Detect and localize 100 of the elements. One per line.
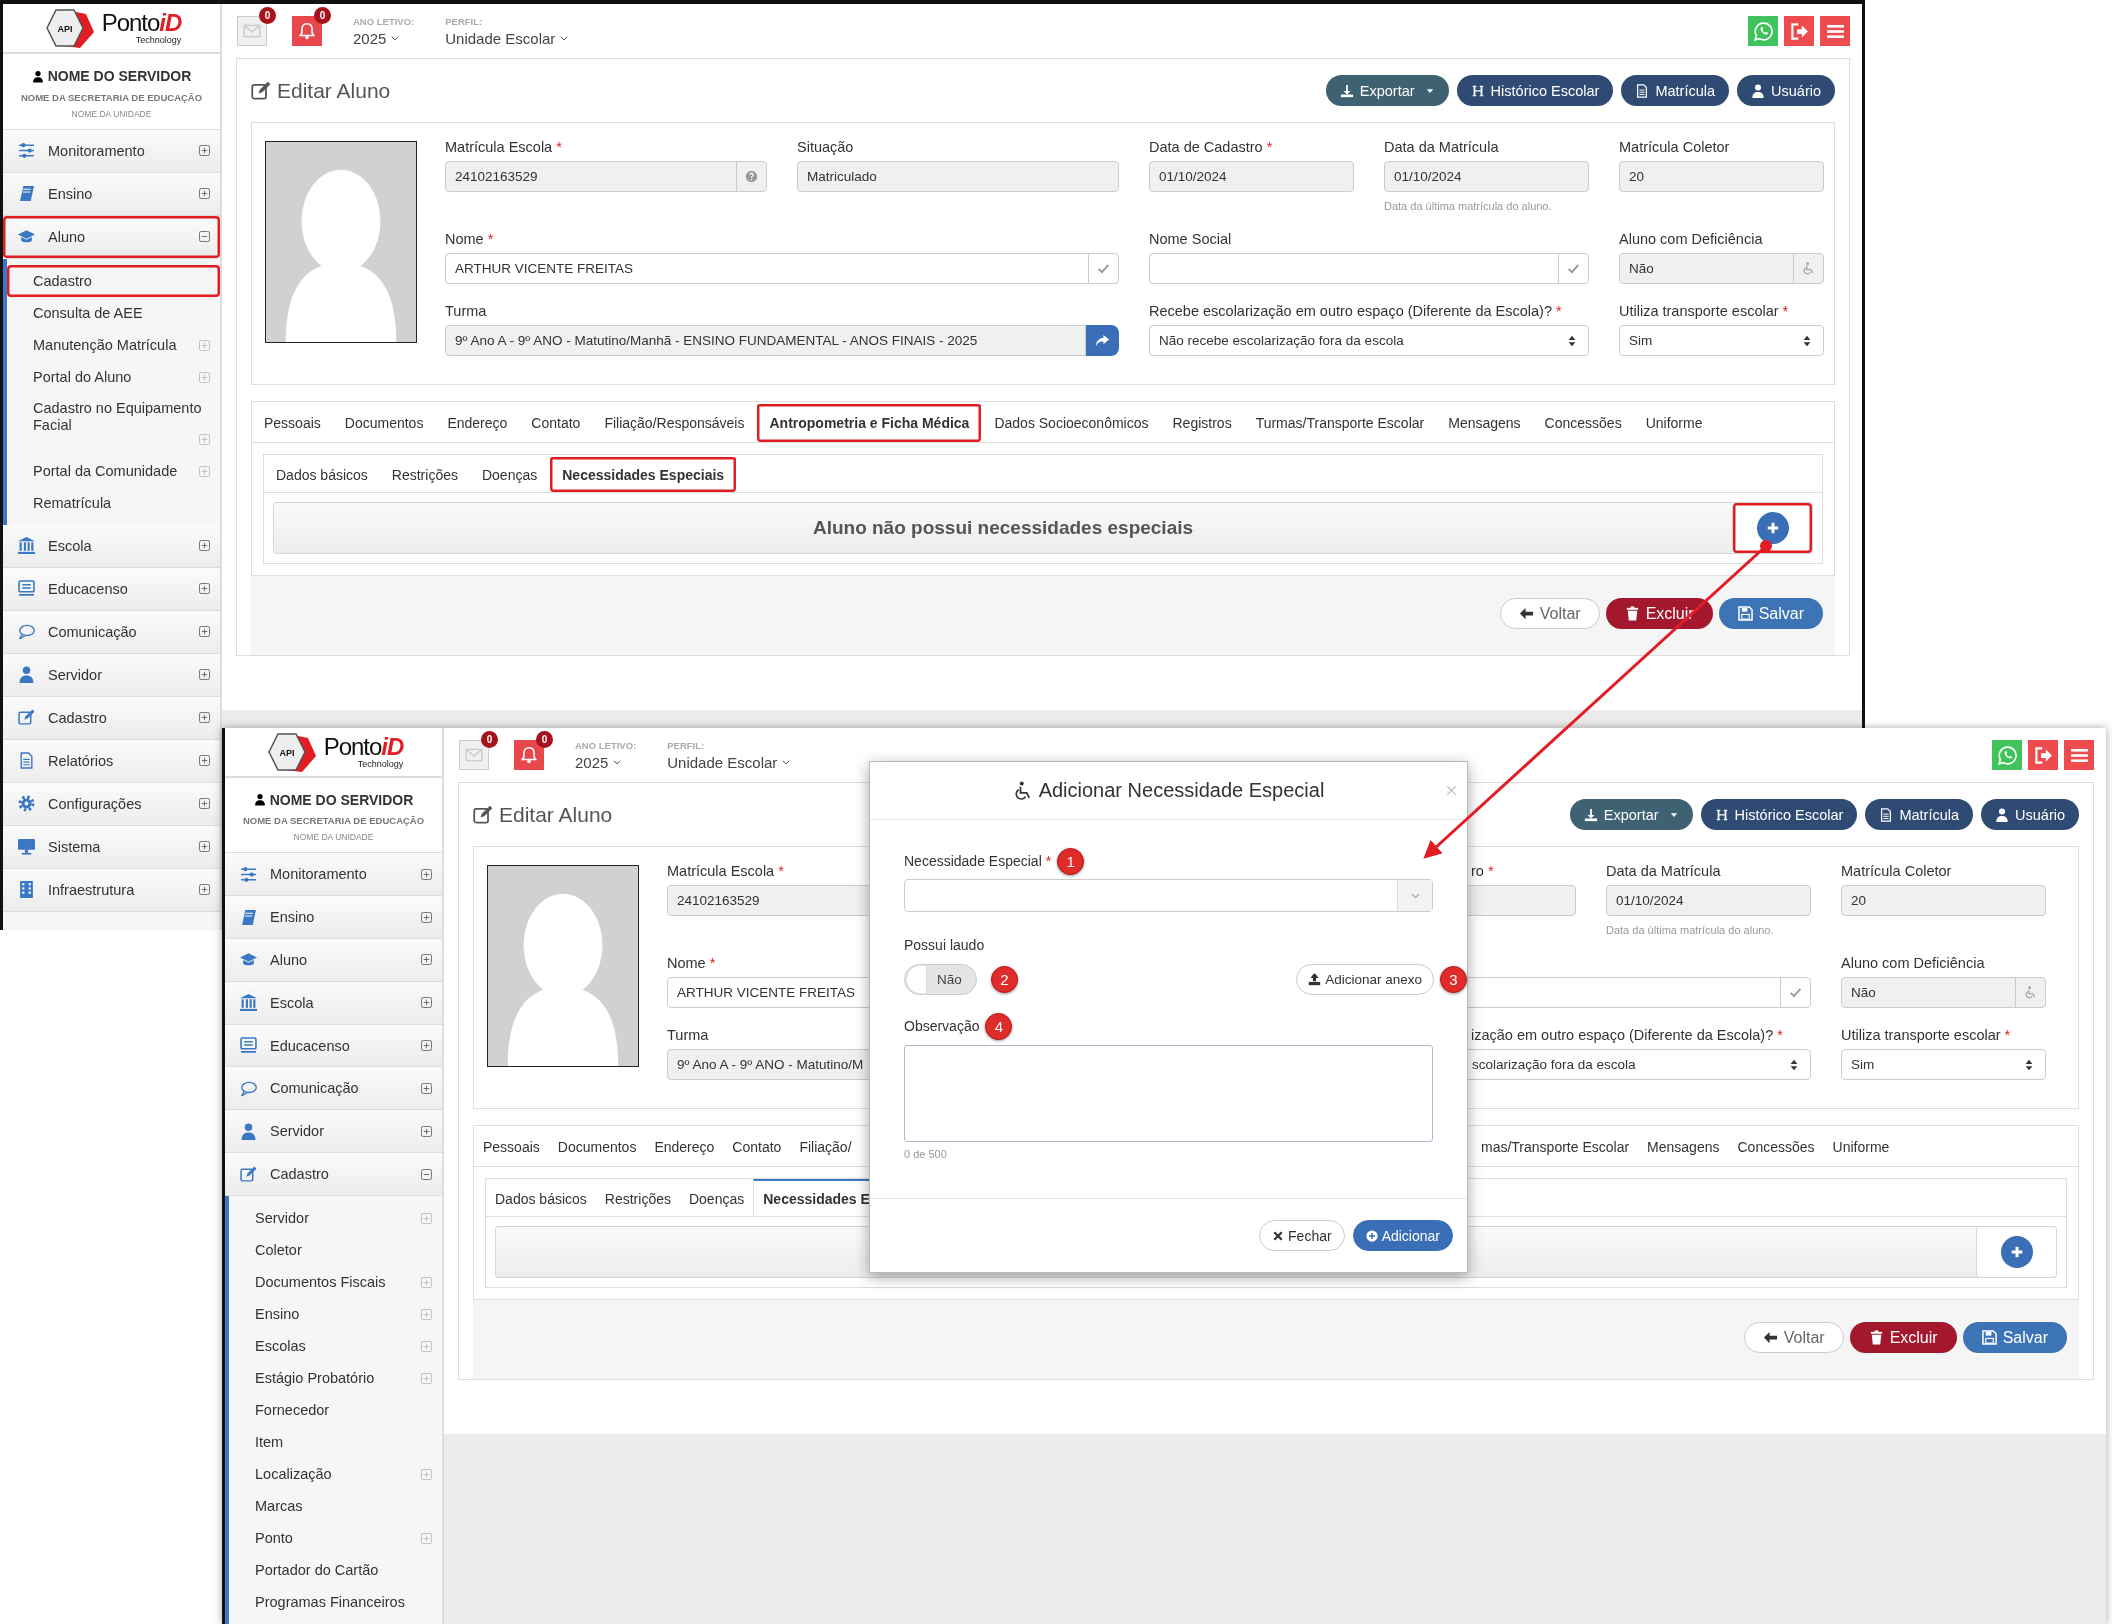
submenu-item[interactable]: Portal da Comunidade	[7, 454, 220, 487]
sidebar-item[interactable]: Monitoramento	[225, 853, 442, 897]
sidebar-item[interactable]: Educacenso	[3, 567, 220, 611]
tab[interactable]: mas/Transporte Escolar	[1472, 1126, 1639, 1166]
select-field[interactable]: Sim	[1841, 1049, 2046, 1080]
sidebar-item[interactable]: Escola	[225, 981, 442, 1025]
text-field[interactable]: ARTHUR VICENTE FREITAS	[445, 253, 1119, 284]
submenu-item[interactable]: Portal do Aluno	[7, 360, 220, 393]
year-dropdown[interactable]: 2025	[575, 753, 637, 771]
tab[interactable]: Mensagens	[1638, 1126, 1729, 1166]
chat-button[interactable]	[1992, 740, 2022, 770]
back-button[interactable]: Voltar	[1499, 598, 1600, 629]
select-field[interactable]: Sim	[1619, 325, 1824, 356]
sidebar-item[interactable]: Cadastro	[3, 696, 220, 740]
submenu-item[interactable]: Manutenção Matrícula	[7, 328, 220, 361]
text-field[interactable]: Matriculado	[797, 161, 1119, 192]
tab[interactable]: Uniforme	[1633, 402, 1715, 442]
sidebar-item[interactable]: Educacenso	[225, 1024, 442, 1068]
delete-button[interactable]: Excluir	[1849, 1322, 1957, 1353]
tab[interactable]: Dados Socioeconômicos	[982, 402, 1161, 442]
sidebar-item[interactable]: Monitoramento	[3, 129, 220, 173]
submenu-item[interactable]: Programas Financeiros	[229, 1585, 442, 1618]
back-button[interactable]: Voltar	[1743, 1322, 1844, 1353]
school-history-button[interactable]: Histórico Escolar	[1456, 75, 1614, 106]
tab[interactable]: Dados básicos	[264, 455, 380, 492]
tab[interactable]: Restrições	[595, 1179, 680, 1216]
save-button[interactable]: Salvar	[1962, 1322, 2067, 1353]
save-button[interactable]: Salvar	[1718, 598, 1823, 629]
tab[interactable]: Doenças	[679, 1179, 754, 1216]
sidebar-item[interactable]: Comunicação	[3, 610, 220, 654]
text-field[interactable]: 20	[1841, 885, 2046, 916]
user-button[interactable]: Usuário	[1737, 75, 1835, 106]
profile-dropdown[interactable]: Unidade Escolar	[667, 753, 792, 771]
sidebar-item[interactable]: Sistema	[3, 825, 220, 869]
notifications-button[interactable]	[292, 16, 322, 46]
export-button[interactable]: Exportar	[1325, 75, 1449, 106]
tab[interactable]: Endereço	[435, 402, 520, 442]
close-button[interactable]	[1444, 783, 1459, 798]
export-button[interactable]: Exportar	[1569, 799, 1693, 830]
submenu-item[interactable]: Consulta de AEE	[7, 296, 220, 329]
profile-dropdown[interactable]: Unidade Escolar	[445, 29, 570, 47]
text-field[interactable]: 24102163529	[445, 161, 767, 192]
text-field[interactable]: Não	[1619, 253, 1824, 284]
tab[interactable]: Documentos	[548, 1126, 646, 1166]
submenu-item[interactable]: Documentos Fiscais	[229, 1265, 442, 1298]
tab[interactable]: Contato	[723, 1126, 791, 1166]
sidebar-item[interactable]: Servidor	[3, 653, 220, 697]
select-field[interactable]: Não recebe escolarização fora da escola	[1149, 325, 1589, 356]
tab[interactable]: Endereço	[645, 1126, 724, 1166]
user-button[interactable]: Usuário	[1981, 799, 2079, 830]
sidebar-item[interactable]: Infraestrutura	[3, 868, 220, 912]
tab[interactable]: Doenças	[469, 455, 550, 492]
confirm-add-button[interactable]: Adicionar	[1352, 1220, 1453, 1251]
year-dropdown[interactable]: 2025	[353, 29, 415, 47]
share-button[interactable]	[1086, 325, 1119, 356]
enrollment-button[interactable]: Matrícula	[1621, 75, 1730, 106]
enrollment-button[interactable]: Matrícula	[1865, 799, 1974, 830]
tab[interactable]: Concessões	[1728, 1126, 1824, 1166]
menu-button[interactable]	[2064, 740, 2094, 770]
submenu-item[interactable]: Ensino	[229, 1297, 442, 1330]
tab[interactable]: Filiação/	[790, 1126, 861, 1166]
submenu-item[interactable]: Ponto	[229, 1521, 442, 1554]
tab[interactable]: Pessoais	[252, 402, 333, 442]
logout-button[interactable]	[2028, 740, 2058, 770]
submenu-item[interactable]: Rematrícula	[7, 486, 220, 519]
notifications-button[interactable]	[514, 740, 544, 770]
tab[interactable]: Registros	[1160, 402, 1244, 442]
submenu-item[interactable]: Marcas	[229, 1489, 442, 1522]
tab[interactable]: Concessões	[1532, 402, 1634, 442]
submenu-item[interactable]: Servidor	[229, 1201, 442, 1234]
logout-button[interactable]	[1784, 16, 1814, 46]
tab[interactable]: Restrições	[379, 455, 470, 492]
messages-button[interactable]	[237, 16, 267, 46]
submenu-item[interactable]: Localização	[229, 1457, 442, 1490]
sidebar-item[interactable]: Cadastro	[225, 1153, 442, 1196]
text-field[interactable]: 20	[1619, 161, 1824, 192]
tab[interactable]: Contato	[519, 402, 593, 442]
tab[interactable]: Uniforme	[1823, 1126, 1899, 1166]
submenu-item[interactable]: Cadastro	[7, 264, 220, 297]
sidebar-item[interactable]: Servidor	[225, 1110, 442, 1154]
tab[interactable]: Turmas/Transporte Escolar	[1243, 402, 1437, 442]
close-dialog-button[interactable]: Fechar	[1259, 1220, 1345, 1251]
add-button[interactable]	[1756, 512, 1789, 544]
sidebar-item[interactable]: Ensino	[225, 896, 442, 939]
text-field[interactable]: 01/10/2024	[1606, 885, 1811, 916]
toggle-switch[interactable]: Não	[904, 964, 977, 995]
submenu-item[interactable]: Fornecedor	[229, 1393, 442, 1426]
attach-button[interactable]: Adicionar anexo	[1296, 964, 1434, 995]
menu-button[interactable]	[1820, 16, 1850, 46]
delete-button[interactable]: Excluir	[1605, 598, 1713, 629]
add-button[interactable]	[2000, 1236, 2033, 1268]
chat-button[interactable]	[1748, 16, 1778, 46]
select-field[interactable]	[904, 879, 1433, 912]
sidebar-item[interactable]: Aluno	[225, 938, 442, 982]
tab[interactable]: Documentos	[332, 402, 436, 442]
submenu-item[interactable]: Item	[229, 1425, 442, 1458]
text-field[interactable]: 01/10/2024	[1384, 161, 1589, 192]
text-field[interactable]: Não	[1841, 977, 2046, 1008]
messages-button[interactable]	[459, 740, 489, 770]
submenu-item[interactable]: Escolas	[229, 1329, 442, 1362]
